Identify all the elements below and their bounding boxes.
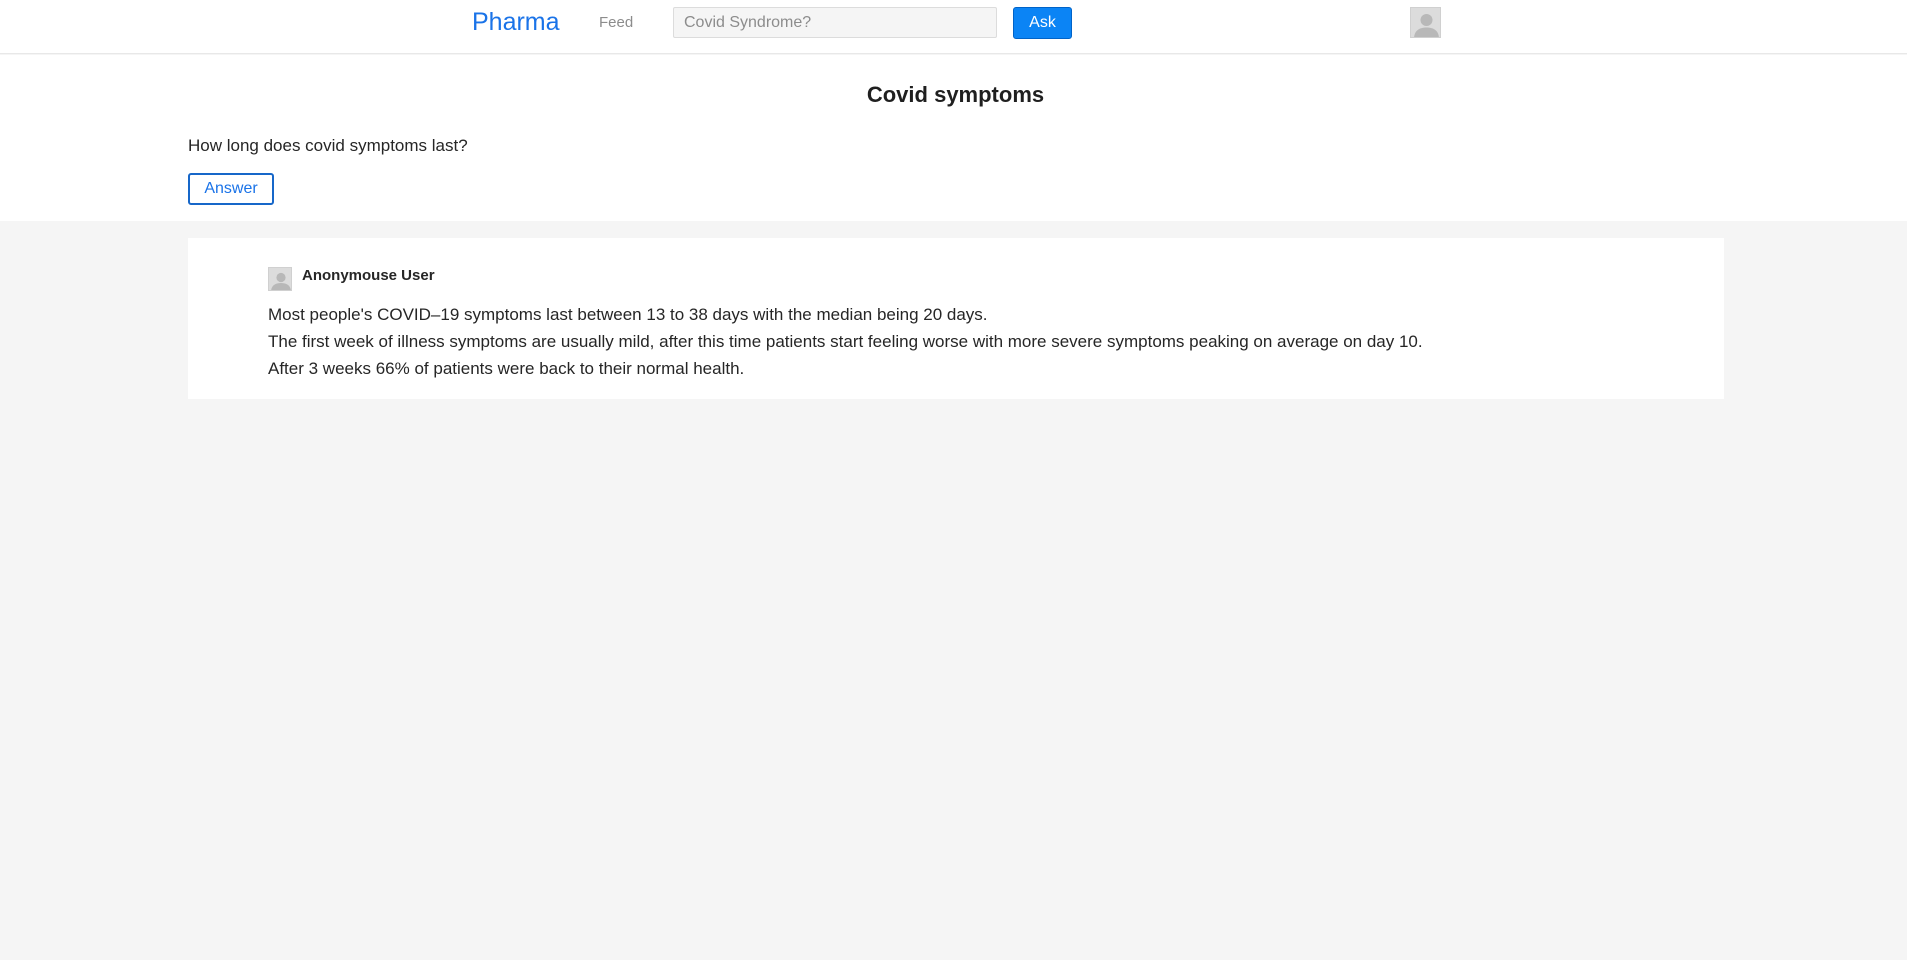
question-title: Covid symptoms — [866, 82, 1045, 107]
answer-button[interactable]: Answer — [188, 173, 274, 205]
brand-logo[interactable]: Pharma — [472, 7, 560, 37]
user-avatar-icon — [268, 267, 292, 291]
top-navigation-bar: Pharma Feed Ask — [0, 0, 1907, 54]
user-avatar-icon[interactable] — [1410, 7, 1441, 38]
question-body: How long does covid symptoms last? — [188, 136, 468, 155]
nav-feed-link[interactable]: Feed — [599, 13, 633, 33]
answer-author-name: Anonymouse User — [302, 267, 435, 284]
answer-card: Anonymouse User Most people's COVID–19 s… — [188, 238, 1724, 399]
search-input[interactable] — [673, 7, 997, 38]
answer-line: After 3 weeks 66% of patients were back … — [268, 359, 745, 378]
answer-line: Most people's COVID–19 symptoms last bet… — [268, 305, 988, 324]
ask-button[interactable]: Ask — [1013, 7, 1072, 39]
question-section: Covid symptoms How long does covid sympt… — [0, 55, 1907, 221]
answer-line: The first week of illness symptoms are u… — [268, 332, 1423, 351]
answer-text: Most people's COVID–19 symptoms last bet… — [268, 301, 1423, 382]
